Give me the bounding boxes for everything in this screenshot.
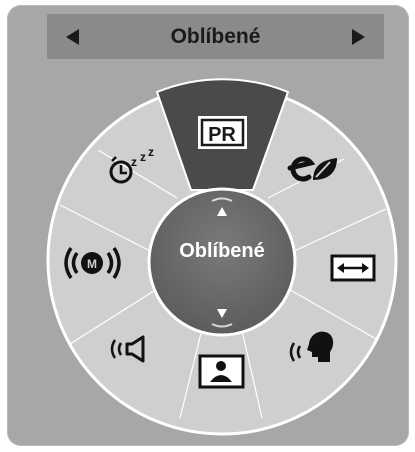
quick-menu-wheel: PR M z z z (46, 78, 398, 436)
svg-text:z: z (131, 155, 137, 169)
picture-mode-icon[interactable] (198, 354, 245, 389)
aspect-ratio-icon[interactable] (330, 254, 376, 282)
center-hub-label: Oblíbené (179, 240, 265, 262)
svg-text:M: M (87, 257, 97, 271)
svg-text:z: z (140, 150, 146, 164)
svg-text:z: z (148, 145, 154, 159)
pr-icon[interactable]: PR (198, 116, 247, 149)
pr-icon-label: PR (208, 124, 236, 146)
